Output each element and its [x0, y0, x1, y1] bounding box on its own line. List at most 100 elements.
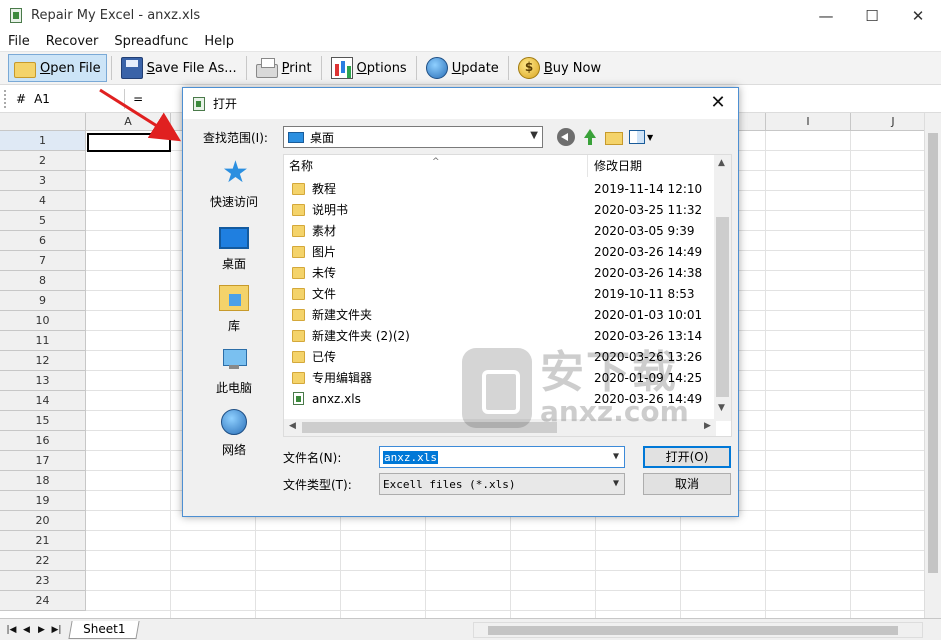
back-icon[interactable]: [557, 128, 575, 146]
open-file-dialog: 打开 ✕ 查找范围(I): 桌面 ▼ ▼ 快速访问 桌面 库: [182, 87, 739, 517]
cancel-button[interactable]: 取消: [643, 473, 731, 495]
sheet-bar: |◀ ◀ ▶ ▶| Sheet1: [0, 618, 941, 640]
buy-now-button[interactable]: Buy Now: [513, 54, 606, 82]
row-header[interactable]: 10: [0, 311, 86, 331]
file-list[interactable]: ^ 名称 修改日期 教程 2019-11-14 12:10 说明书 2020-03-2…: [283, 154, 732, 437]
filename-input[interactable]: anxz.xls ▼: [379, 446, 625, 468]
row-header[interactable]: 4: [0, 191, 86, 211]
horizontal-scrollbar[interactable]: [473, 622, 923, 638]
row-header[interactable]: 15: [0, 411, 86, 431]
menu-spreadfunc[interactable]: Spreadfunc: [106, 34, 196, 49]
file-list-scroll-thumb[interactable]: [716, 217, 729, 397]
menu-file[interactable]: File: [0, 34, 38, 49]
column-header-date[interactable]: 修改日期: [588, 155, 642, 177]
file-row[interactable]: 未传 2020-03-26 14:38: [284, 262, 716, 283]
vertical-scroll-thumb[interactable]: [928, 133, 938, 573]
file-list-horizontal-scrollbar[interactable]: ◀ ▶: [284, 419, 716, 436]
file-row[interactable]: 教程 2019-11-14 12:10: [284, 178, 716, 199]
column-header[interactable]: A: [86, 113, 171, 131]
place-desktop[interactable]: 桌面: [197, 216, 271, 278]
row-header[interactable]: 19: [0, 491, 86, 511]
row-header[interactable]: 5: [0, 211, 86, 231]
row-header[interactable]: 3: [0, 171, 86, 191]
active-cell-a1[interactable]: [87, 133, 171, 152]
open-button[interactable]: 打开(O): [643, 446, 731, 468]
options-button[interactable]: Options: [326, 54, 412, 82]
row-header[interactable]: 20: [0, 511, 86, 531]
place-quick-access[interactable]: 快速访问: [197, 154, 271, 216]
place-label: 快速访问: [209, 195, 258, 209]
update-button[interactable]: Update: [421, 54, 504, 82]
row-header[interactable]: 2: [0, 151, 86, 171]
row-header[interactable]: 9: [0, 291, 86, 311]
file-row[interactable]: 已传 2020-03-26 13:26: [284, 346, 716, 367]
printer-icon: [255, 58, 278, 78]
row-header[interactable]: 23: [0, 571, 86, 591]
print-label: Print: [281, 60, 312, 76]
filetype-value: Excell files (*.xls): [383, 477, 516, 491]
row-header[interactable]: 21: [0, 531, 86, 551]
row-header[interactable]: 14: [0, 391, 86, 411]
open-file-button[interactable]: Open File: [8, 54, 107, 82]
file-row[interactable]: 文件 2019-10-11 8:53: [284, 283, 716, 304]
row-header[interactable]: 17: [0, 451, 86, 471]
chevron-down-icon[interactable]: ▼: [613, 451, 619, 462]
column-header[interactable]: I: [766, 113, 851, 131]
file-name: 已传: [312, 350, 337, 364]
next-sheet-button[interactable]: ▶: [34, 622, 49, 638]
place-libraries[interactable]: 库: [197, 278, 271, 340]
file-row[interactable]: 说明书 2020-03-25 11:32: [284, 199, 716, 220]
maximize-button[interactable]: ☐: [849, 0, 895, 31]
scroll-right-icon[interactable]: ▶: [704, 421, 711, 431]
row-header[interactable]: 12: [0, 351, 86, 371]
new-folder-icon[interactable]: [605, 132, 623, 145]
scroll-down-icon[interactable]: ▼: [718, 403, 725, 413]
minimize-button[interactable]: —: [803, 0, 849, 31]
horizontal-scroll-thumb[interactable]: [488, 626, 898, 635]
file-row[interactable]: 新建文件夹 (2)(2) 2020-03-26 13:14: [284, 325, 716, 346]
scroll-left-icon[interactable]: ◀: [289, 421, 296, 431]
row-header[interactable]: 11: [0, 331, 86, 351]
row-header[interactable]: 18: [0, 471, 86, 491]
options-label: Options: [356, 60, 407, 76]
file-row[interactable]: 素材 2020-03-05 9:39: [284, 220, 716, 241]
file-row[interactable]: 图片 2020-03-26 14:49: [284, 241, 716, 262]
dialog-close-button[interactable]: ✕: [706, 92, 730, 116]
toolbar-separator: [415, 56, 417, 80]
file-row[interactable]: 专用编辑器 2020-01-09 14:25: [284, 367, 716, 388]
file-list-hscroll-thumb[interactable]: [302, 422, 557, 433]
row-header[interactable]: 7: [0, 251, 86, 271]
sheet-tab-sheet1[interactable]: Sheet1: [68, 620, 140, 639]
file-row[interactable]: anxz.xls 2020-03-26 14:49: [284, 388, 716, 409]
close-button[interactable]: ✕: [895, 0, 941, 31]
prev-sheet-button[interactable]: ◀: [19, 622, 34, 638]
up-folder-icon[interactable]: [581, 128, 599, 146]
save-file-as-button[interactable]: Save File As...: [116, 54, 242, 82]
file-list-vertical-scrollbar[interactable]: ▲ ▼: [714, 155, 731, 421]
vertical-scrollbar[interactable]: [924, 113, 941, 618]
chevron-down-icon[interactable]: ▼: [613, 478, 619, 489]
file-name: 新建文件夹 (2)(2): [312, 329, 410, 343]
menu-recover[interactable]: Recover: [38, 34, 107, 49]
row-header[interactable]: 13: [0, 371, 86, 391]
column-header-name[interactable]: ^ 名称: [284, 155, 588, 177]
cell-reference[interactable]: A1: [34, 92, 124, 106]
view-menu-icon[interactable]: ▼: [629, 128, 655, 146]
print-button[interactable]: Print: [251, 54, 317, 82]
select-all-corner[interactable]: [0, 113, 86, 131]
look-in-dropdown[interactable]: 桌面 ▼: [283, 126, 543, 148]
last-sheet-button[interactable]: ▶|: [49, 622, 64, 638]
filetype-dropdown[interactable]: Excell files (*.xls) ▼: [379, 473, 625, 495]
place-this-pc[interactable]: 此电脑: [197, 340, 271, 402]
row-header[interactable]: 1: [0, 131, 86, 151]
folder-icon: [292, 182, 305, 195]
row-header[interactable]: 6: [0, 231, 86, 251]
row-header[interactable]: 16: [0, 431, 86, 451]
row-header[interactable]: 8: [0, 271, 86, 291]
row-header[interactable]: 22: [0, 551, 86, 571]
menu-help[interactable]: Help: [196, 34, 242, 49]
first-sheet-button[interactable]: |◀: [4, 622, 19, 638]
row-header[interactable]: 24: [0, 591, 86, 611]
file-row[interactable]: 新建文件夹 2020-01-03 10:01: [284, 304, 716, 325]
scroll-up-icon[interactable]: ▲: [718, 158, 725, 168]
